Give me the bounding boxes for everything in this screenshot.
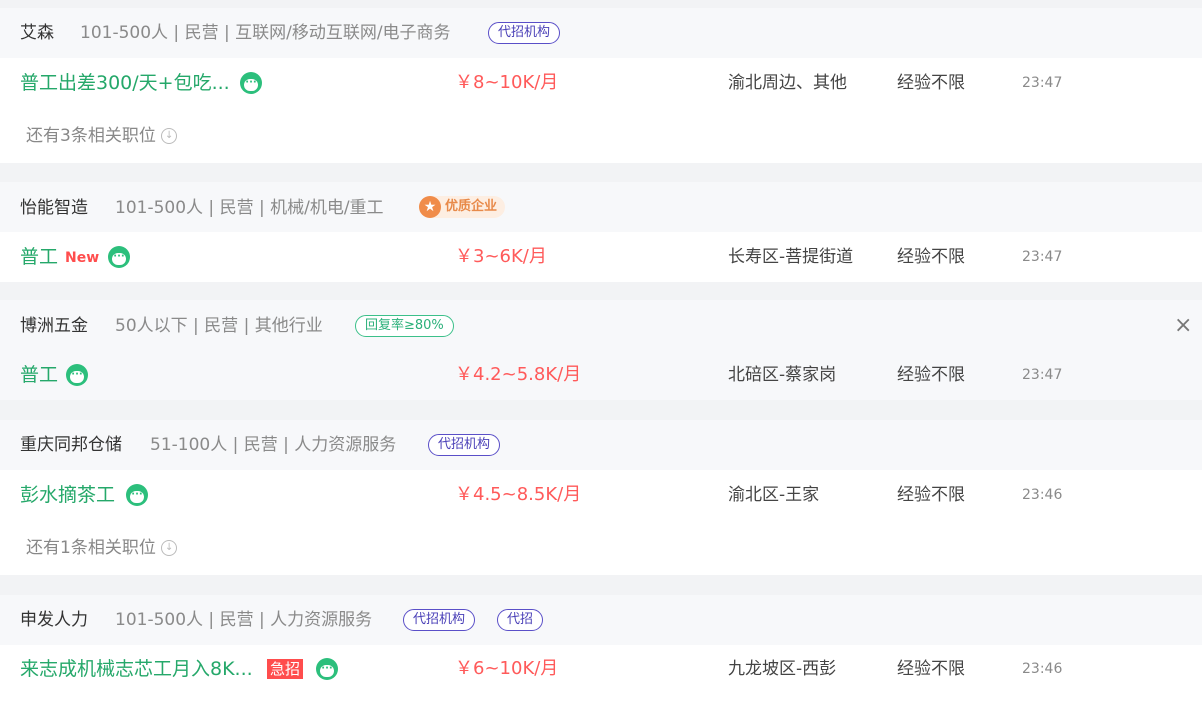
salary: ￥4.5~8.5K/月	[455, 484, 582, 505]
job-title[interactable]: 普工出差300/天+包吃...	[20, 71, 230, 95]
company-name[interactable]: 艾森	[20, 23, 54, 43]
company-header[interactable]: 艾森 101-500人 | 民营 | 互联网/移动互联网/电子商务 代招机构	[0, 8, 1202, 58]
quality-tag-label: 优质企业	[445, 199, 498, 214]
agency-tag: 代招机构	[488, 22, 561, 44]
job-title[interactable]: 普工	[20, 245, 58, 269]
more-jobs-label: 还有3条相关职位	[26, 126, 156, 146]
job-row-area: 普工 New ··· ￥3~6K/月 长寿区-菩提街道 经验不限 23:47	[0, 232, 1202, 282]
job-row-area: 彭水摘茶工 ··· ￥4.5~8.5K/月 渝北区-王家 经验不限 23:46 …	[0, 470, 1202, 575]
experience-requirement: 经验不限	[897, 73, 965, 93]
post-time: 23:46	[1022, 661, 1063, 677]
star-badge-icon: ★	[419, 196, 441, 218]
close-icon[interactable]: ×	[1174, 315, 1192, 337]
experience-requirement: 经验不限	[897, 247, 965, 267]
new-badge: New	[65, 250, 100, 266]
company-meta: 51-100人 | 民营 | 人力资源服务	[150, 435, 397, 455]
post-time: 23:47	[1022, 75, 1063, 91]
more-jobs-label: 还有1条相关职位	[26, 538, 156, 558]
reply-rate-tag: 回复率≥80%	[355, 315, 454, 337]
job-title[interactable]: 普工	[20, 363, 58, 387]
job-location: 九龙坡区-西彭	[728, 659, 837, 679]
job-title[interactable]: 来志成机械志芯工月入8K...	[20, 657, 253, 681]
company-name[interactable]: 怡能智造	[20, 198, 88, 218]
salary: ￥4.2~5.8K/月	[455, 364, 582, 385]
job-row-area: 普工出差300/天+包吃... ··· ￥8~10K/月 渝北周边、其他 经验不…	[0, 58, 1202, 163]
post-time: 23:46	[1022, 487, 1063, 503]
salary: ￥3~6K/月	[455, 246, 547, 267]
job-location: 北碚区-蔡家岗	[728, 365, 837, 385]
agency-short-tag: 代招	[497, 609, 544, 631]
circle-arrow-down-icon: ↓	[161, 540, 178, 556]
company-header[interactable]: 怡能智造 101-500人 | 民营 | 机械/机电/重工 ★ 优质企业	[0, 182, 1202, 232]
salary: ￥8~10K/月	[455, 72, 559, 93]
chat-icon[interactable]: ···	[316, 658, 338, 680]
company-header[interactable]: 重庆同邦仓储 51-100人 | 民营 | 人力资源服务 代招机构	[0, 420, 1202, 470]
listing-card[interactable]: 重庆同邦仓储 51-100人 | 民营 | 人力资源服务 代招机构 彭水摘茶工 …	[0, 420, 1202, 575]
company-name[interactable]: 博洲五金	[20, 316, 88, 336]
post-time: 23:47	[1022, 367, 1063, 383]
chat-icon[interactable]: ···	[66, 364, 88, 386]
job-location: 渝北周边、其他	[728, 73, 847, 93]
job-location: 渝北区-王家	[728, 485, 820, 505]
chat-icon[interactable]: ···	[108, 246, 130, 268]
company-meta: 101-500人 | 民营 | 机械/机电/重工	[115, 198, 384, 218]
company-meta: 50人以下 | 民营 | 其他行业	[115, 316, 323, 336]
job-title[interactable]: 彭水摘茶工	[20, 483, 115, 507]
experience-requirement: 经验不限	[897, 365, 965, 385]
listing-card[interactable]: 怡能智造 101-500人 | 民营 | 机械/机电/重工 ★ 优质企业 普工 …	[0, 182, 1202, 282]
agency-tag: 代招机构	[428, 434, 501, 456]
experience-requirement: 经验不限	[897, 485, 965, 505]
company-header[interactable]: 申发人力 101-500人 | 民营 | 人力资源服务 代招机构 代招	[0, 595, 1202, 645]
listing-card[interactable]: 艾森 101-500人 | 民营 | 互联网/移动互联网/电子商务 代招机构 普…	[0, 8, 1202, 163]
company-meta: 101-500人 | 民营 | 人力资源服务	[115, 610, 373, 630]
job-location: 长寿区-菩提街道	[728, 247, 854, 267]
more-jobs-link[interactable]: 还有1条相关职位 ↓	[26, 536, 178, 560]
post-time: 23:47	[1022, 249, 1063, 265]
salary: ￥6~10K/月	[455, 658, 559, 679]
more-jobs-link[interactable]: 还有3条相关职位 ↓	[26, 124, 178, 148]
listing-card[interactable]: 申发人力 101-500人 | 民营 | 人力资源服务 代招机构 代招 来志成机…	[0, 595, 1202, 705]
listing-card[interactable]: 博洲五金 50人以下 | 民营 | 其他行业 回复率≥80% × 普工 ··· …	[0, 300, 1202, 400]
chat-icon[interactable]: ···	[240, 72, 262, 94]
company-meta: 101-500人 | 民营 | 互联网/移动互联网/电子商务	[80, 23, 451, 43]
chat-icon[interactable]: ···	[126, 484, 148, 506]
quality-tag: ★ 优质企业	[419, 196, 506, 218]
company-name[interactable]: 重庆同邦仓储	[20, 435, 122, 455]
circle-arrow-down-icon: ↓	[161, 128, 178, 144]
company-name[interactable]: 申发人力	[20, 610, 88, 630]
company-header[interactable]: 博洲五金 50人以下 | 民营 | 其他行业 回复率≥80% ×	[0, 300, 1202, 350]
agency-tag: 代招机构	[403, 609, 476, 631]
job-row-area: 普工 ··· ￥4.2~5.8K/月 北碚区-蔡家岗 经验不限 23:47	[0, 350, 1202, 400]
job-row-area: 来志成机械志芯工月入8K... 急招 ··· ￥6~10K/月 九龙坡区-西彭 …	[0, 645, 1202, 705]
experience-requirement: 经验不限	[897, 659, 965, 679]
urgent-badge: 急招	[267, 659, 304, 679]
